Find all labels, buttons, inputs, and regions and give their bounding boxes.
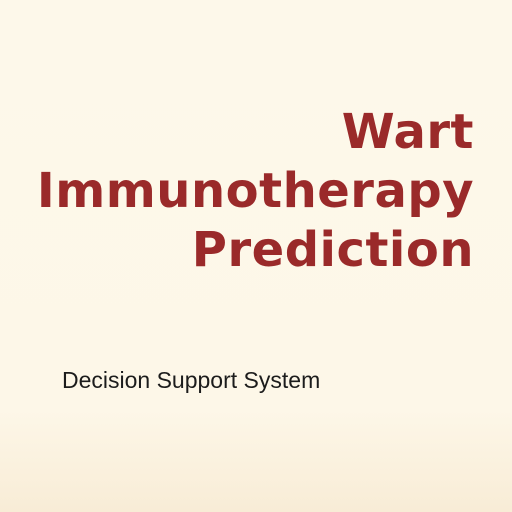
app-subtitle: Decision Support System — [62, 367, 321, 393]
app-title-line-2: Immunotherapy — [36, 163, 474, 220]
splash-screen: Wart Immunotherapy Prediction Decision S… — [0, 0, 512, 512]
app-title: Wart Immunotherapy Prediction — [37, 103, 474, 280]
app-title-line-1: Wart — [341, 104, 474, 160]
app-title-line-3: Prediction — [191, 222, 474, 279]
